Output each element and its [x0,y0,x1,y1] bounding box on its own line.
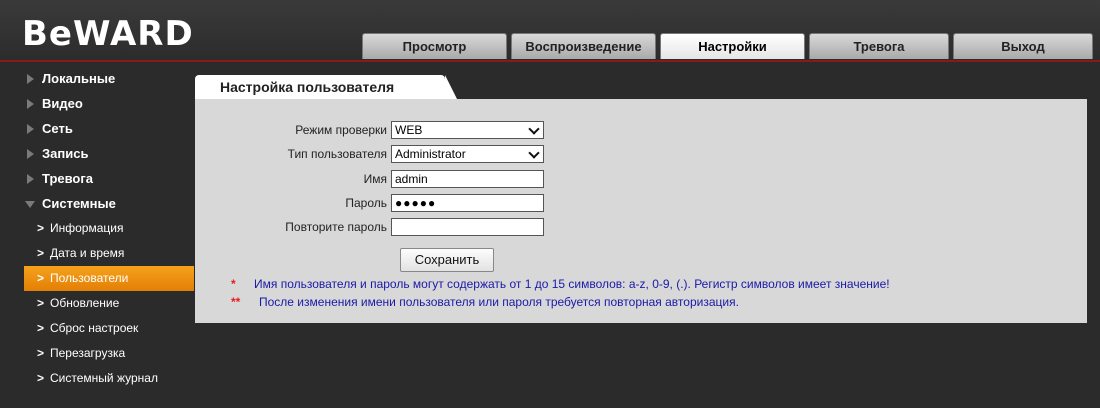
tab-playback[interactable]: Воспроизведение [511,33,656,59]
sidebar-item-label: Видео [42,96,83,111]
password-row: Пароль ●●●●● [195,194,1087,214]
tab-alarm[interactable]: Тревога [809,33,949,59]
triangle-right-icon [27,149,34,159]
sidebar-item-network[interactable]: Сеть [24,116,194,141]
triangle-right-icon [27,74,34,84]
password-repeat-input[interactable] [391,218,544,236]
chevron-right-icon: > [37,371,45,385]
sidebar-item-local[interactable]: Локальные [24,66,194,91]
chevron-right-icon: > [37,346,45,360]
panel-tab: Настройка пользователя [195,75,445,99]
sidebar-item-label: Локальные [42,71,116,86]
panel-tab-corner [445,75,457,99]
sidebar-subitem-users[interactable]: > Пользователи [24,266,194,291]
sidebar-item-label: Тревога [42,171,94,186]
chevron-right-icon: > [37,246,45,260]
sidebar-subitem-reboot[interactable]: > Перезагрузка [24,341,194,366]
sidebar: Локальные Видео Сеть Запись Тревога Сист… [24,66,194,391]
user-type-label: Тип пользователя [287,147,387,161]
save-button[interactable]: Сохранить [400,248,494,272]
tab-view[interactable]: Просмотр [362,33,507,59]
user-type-row: Тип пользователя Administrator [195,145,1087,165]
sidebar-subitem-label: Перезагрузка [50,346,126,360]
sidebar-subitem-datetime[interactable]: > Дата и время [24,241,194,266]
auth-mode-select[interactable]: WEB [391,121,544,139]
sidebar-item-record[interactable]: Запись [24,141,194,166]
tab-logout[interactable]: Выход [953,33,1093,59]
chevron-down-icon [528,147,540,159]
auth-mode-value: WEB [395,123,423,137]
auth-mode-row: Режим проверки WEB [195,121,1087,141]
chevron-right-icon: > [37,271,45,285]
sidebar-subitem-update[interactable]: > Обновление [24,291,194,316]
note-text: После изменения имени пользователя или п… [259,295,739,309]
note-marker: * [231,277,236,291]
sidebar-item-label: Сеть [42,121,73,136]
beward-logo: BeWARD [22,14,194,54]
sidebar-subitem-info[interactable]: > Информация [24,216,194,241]
sidebar-subitem-label: Обновление [50,296,120,310]
tab-settings[interactable]: Настройки [660,33,805,59]
sidebar-subitem-label: Дата и время [50,246,125,260]
password-repeat-label: Повторите пароль [285,220,387,234]
sidebar-item-label: Системные [42,196,116,211]
sidebar-item-alarm[interactable]: Тревога [24,166,194,191]
password-repeat-row: Повторите пароль [195,218,1087,238]
auth-mode-label: Режим проверки [295,123,387,137]
note-row-1: * Имя пользователя и пароль могут содерж… [195,277,1087,295]
triangle-right-icon [27,174,34,184]
name-input[interactable]: admin [391,170,544,188]
chevron-right-icon: > [37,321,45,335]
user-type-value: Administrator [395,147,466,161]
note-row-2: ** После изменения имени пользователя ил… [195,295,1087,313]
sidebar-subitem-label: Информация [50,221,124,235]
content-area: Настройка пользователя Режим проверки WE… [195,75,1087,323]
note-marker: ** [231,295,241,309]
password-label: Пароль [345,196,387,210]
chevron-right-icon: > [37,221,45,235]
sidebar-item-system[interactable]: Системные [24,191,194,216]
panel-title: Настройка пользователя [220,79,395,95]
chevron-right-icon: > [37,296,45,310]
sidebar-subitem-label: Системный журнал [50,371,158,385]
header-bar: BeWARD Просмотр Воспроизведение Настройк… [0,0,1100,60]
sidebar-subitem-label: Сброс настроек [50,321,139,335]
user-type-select[interactable]: Administrator [391,145,544,163]
password-input[interactable]: ●●●●● [391,194,544,212]
sidebar-item-video[interactable]: Видео [24,91,194,116]
sidebar-subitem-label: Пользователи [50,271,129,285]
sidebar-subitem-reset[interactable]: > Сброс настроек [24,316,194,341]
triangle-right-icon [27,124,34,134]
header-divider [0,60,1100,62]
triangle-down-icon [25,201,35,208]
sidebar-item-label: Запись [42,146,89,161]
name-row: Имя admin [195,170,1087,190]
user-settings-panel: Режим проверки WEB Тип пользователя Admi… [195,99,1087,323]
name-label: Имя [363,172,387,186]
triangle-right-icon [27,99,34,109]
sidebar-subitem-syslog[interactable]: > Системный журнал [24,366,194,391]
note-text: Имя пользователя и пароль могут содержат… [254,277,890,291]
chevron-down-icon [528,123,540,135]
